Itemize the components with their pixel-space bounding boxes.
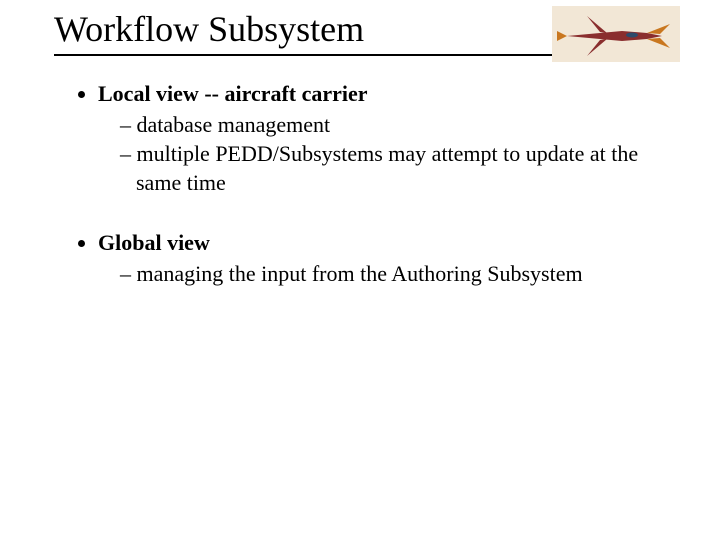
slide: Workflow Subsystem Local view -- aircraf…	[0, 0, 720, 540]
bullet-list: Local view -- aircraft carrier database …	[70, 80, 660, 289]
sub-item: database management	[120, 111, 660, 140]
bullet-head: Global view	[98, 230, 210, 255]
list-item: Local view -- aircraft carrier database …	[98, 80, 660, 197]
sub-list: managing the input from the Authoring Su…	[98, 260, 660, 289]
sub-list: database management multiple PEDD/Subsys…	[98, 111, 660, 198]
fighter-jet-icon	[552, 6, 680, 62]
sub-item: managing the input from the Authoring Su…	[120, 260, 660, 289]
list-item: Global view managing the input from the …	[98, 229, 660, 288]
bullet-head: Local view -- aircraft carrier	[98, 81, 368, 106]
slide-title: Workflow Subsystem	[54, 9, 364, 49]
sub-item: multiple PEDD/Subsystems may attempt to …	[120, 140, 660, 197]
slide-body: Local view -- aircraft carrier database …	[70, 80, 660, 321]
